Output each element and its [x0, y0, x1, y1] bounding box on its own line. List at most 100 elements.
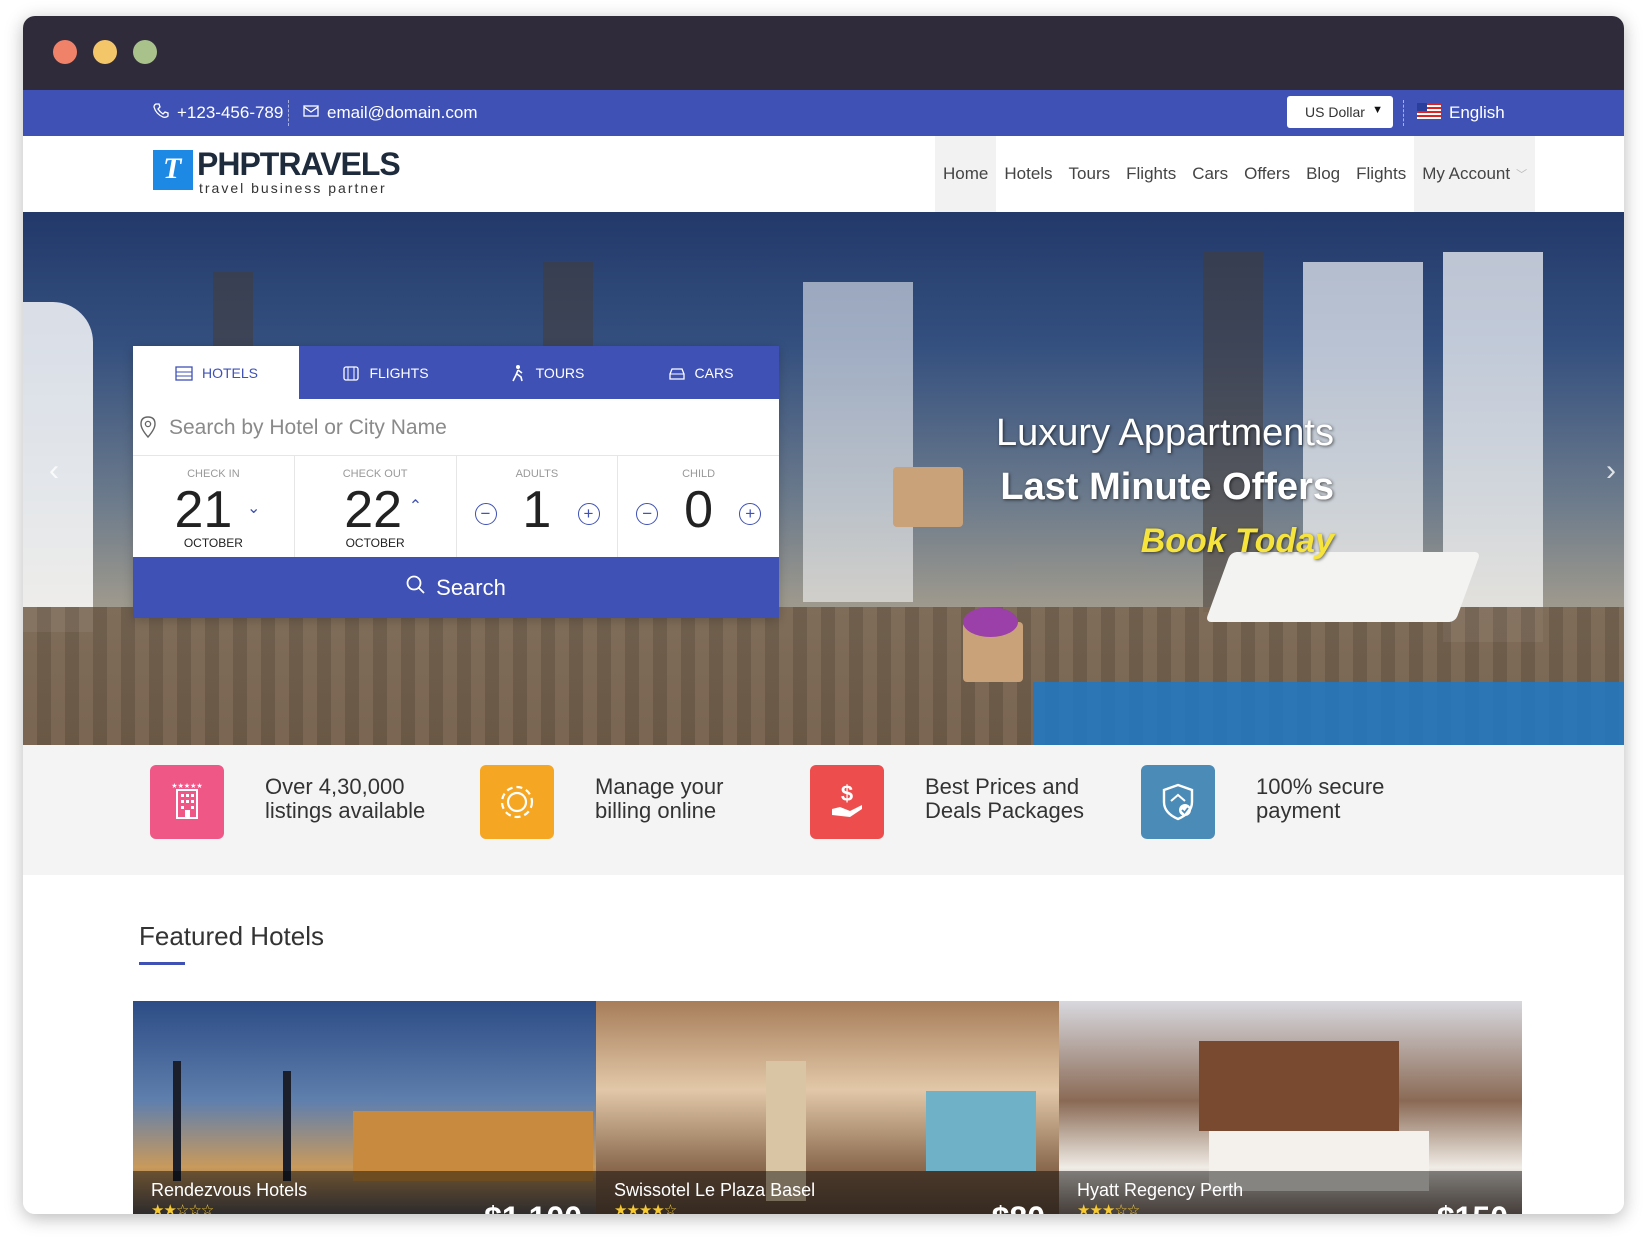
- hotel-card[interactable]: Swissotel Le Plaza Basel ★★★★☆ $80: [596, 1001, 1059, 1214]
- chevron-right-icon[interactable]: ›: [1606, 454, 1616, 488]
- hotel-card[interactable]: Hyatt Regency Perth ★★★☆☆ $150: [1059, 1001, 1522, 1214]
- child-label: CHILD: [682, 468, 716, 480]
- email-contact[interactable]: email@domain.com: [303, 90, 477, 136]
- hotel-price: $150: [1437, 1200, 1508, 1214]
- child-field: CHILD − 0 +: [618, 456, 779, 557]
- tab-cars[interactable]: CARS: [621, 346, 779, 399]
- language-value: English: [1449, 103, 1505, 122]
- maximize-window-button[interactable]: [133, 40, 157, 64]
- tab-label: HOTELS: [201, 364, 258, 381]
- hotel-price: $80: [992, 1200, 1045, 1214]
- chevron-left-icon[interactable]: ‹: [49, 454, 59, 488]
- hiker-icon: [511, 364, 523, 381]
- tab-tours[interactable]: TOURS: [471, 346, 621, 399]
- tab-flights[interactable]: FLIGHTS: [299, 346, 471, 399]
- search-panel: HOTELS FLIGHTS TOURS CARS Search by Hote…: [133, 346, 779, 618]
- search-icon: [406, 575, 426, 601]
- nav-item-blog[interactable]: Blog: [1298, 136, 1348, 212]
- feature-text: Manage your billing online: [595, 775, 795, 823]
- features-strip: ★★★★★ Over 4,30,000 listings available M…: [23, 745, 1624, 875]
- adults-field: ADULTS − 1 +: [457, 456, 619, 557]
- topbar-divider: [1403, 100, 1404, 126]
- window-titlebar: [23, 16, 1624, 90]
- us-flag-icon: [1417, 102, 1441, 124]
- checkout-month: OCTOBER: [345, 536, 405, 550]
- feature-text: Best Prices and Deals Packages: [925, 775, 1125, 823]
- headboard-wall: [1199, 1041, 1399, 1131]
- tab-label: CARS: [694, 364, 734, 381]
- nav-item-cars[interactable]: Cars: [1184, 136, 1236, 212]
- shield-check-icon: [1141, 765, 1215, 839]
- hero-headline-1: Luxury Appartments: [996, 412, 1334, 454]
- nav-item-home[interactable]: Home: [935, 136, 997, 212]
- svg-text:★★★★★: ★★★★★: [171, 782, 202, 790]
- checkout-day: 22: [344, 481, 403, 539]
- hero-slider: ‹ › Luxury Appartments Last Minute Offer…: [23, 212, 1624, 745]
- caret-down-icon: ▼: [1372, 104, 1383, 116]
- feature-line: Deals Packages: [925, 798, 1084, 823]
- chevron-down-icon[interactable]: ⌄: [247, 498, 260, 518]
- top-info-bar: +123-456-789 email@domain.com US Dollar …: [23, 90, 1624, 136]
- search-button-label: Search: [436, 574, 506, 600]
- tab-label: TOURS: [535, 364, 585, 381]
- search-button[interactable]: Search: [133, 557, 779, 618]
- feature-line: 100% secure: [1256, 774, 1385, 799]
- sun-lounger: [1205, 552, 1481, 622]
- featured-hotels-section: Featured Hotels Rendezvous Hotels ★★☆☆☆ …: [23, 875, 1624, 1214]
- star-rating: ★★★☆☆: [1077, 1202, 1140, 1214]
- plane-icon: [343, 365, 360, 381]
- currency-select[interactable]: US Dollar ▼: [1287, 96, 1393, 128]
- pool: [1033, 682, 1624, 745]
- phone-number: +123-456-789: [177, 103, 284, 122]
- envelope-icon: [303, 103, 319, 123]
- flower-pot: [893, 467, 963, 527]
- window-sea-view: [926, 1091, 1036, 1171]
- browser-window: +123-456-789 email@domain.com US Dollar …: [23, 16, 1624, 1214]
- phone-contact[interactable]: +123-456-789: [153, 90, 283, 136]
- hotel-card[interactable]: Rendezvous Hotels ★★☆☆☆ $1,100: [133, 1001, 596, 1214]
- feature-line: Over 4,30,000: [265, 774, 405, 799]
- main-navbar: T PHPTRAVELS travel business partner Hom…: [23, 136, 1624, 213]
- checkout-label: CHECK OUT: [342, 468, 408, 480]
- hero-headline-2: Last Minute Offers: [1000, 466, 1334, 508]
- nav-item-offers[interactable]: Offers: [1236, 136, 1298, 212]
- hotel-icon: [175, 365, 193, 381]
- nav-item-label: My Account: [1422, 164, 1511, 183]
- search-input[interactable]: [167, 411, 761, 445]
- feature-line: billing online: [595, 798, 717, 823]
- checkout-field[interactable]: CHECK OUT 22 ⌃ OCTOBER: [295, 456, 457, 557]
- adults-label: ADULTS: [515, 468, 559, 480]
- palm-tree: [173, 1061, 181, 1181]
- feature-text: Over 4,30,000 listings available: [265, 775, 465, 823]
- gear-icon: [480, 765, 554, 839]
- minimize-window-button[interactable]: [93, 40, 117, 64]
- feature-line: Best Prices and: [925, 774, 1080, 799]
- tab-hotels[interactable]: HOTELS: [133, 346, 299, 399]
- search-tabs: HOTELS FLIGHTS TOURS CARS: [133, 346, 779, 399]
- hotel-name: Swissotel Le Plaza Basel: [614, 1180, 816, 1200]
- chevron-up-icon[interactable]: ⌃: [409, 496, 422, 516]
- phone-icon: [153, 102, 169, 124]
- palm-tree: [283, 1071, 291, 1181]
- star-rating: ★★★★☆: [614, 1202, 677, 1214]
- star-rating: ★★☆☆☆: [151, 1202, 214, 1214]
- nav-item-my-account[interactable]: My Account ﹀: [1414, 136, 1536, 212]
- feature-line: Manage your: [595, 774, 724, 799]
- nav-item-hotels[interactable]: Hotels: [996, 136, 1060, 212]
- plus-adults-button[interactable]: +: [577, 503, 600, 525]
- brand-name: PHPTRAVELS: [197, 146, 401, 182]
- nav-item-flights-2[interactable]: Flights: [1348, 136, 1414, 212]
- car-icon: [668, 367, 685, 380]
- chevron-down-icon: ﹀: [1516, 169, 1528, 181]
- checkin-field[interactable]: CHECK IN 21 ⌄ OCTOBER: [133, 456, 295, 557]
- booking-fields: CHECK IN 21 ⌄ OCTOBER CHECK OUT 22 ⌃ OCT…: [133, 456, 779, 557]
- nav-item-tours[interactable]: Tours: [1061, 136, 1119, 212]
- nav-item-flights[interactable]: Flights: [1118, 136, 1184, 212]
- close-window-button[interactable]: [53, 40, 77, 64]
- curtain: [803, 282, 913, 602]
- checkin-month: OCTOBER: [183, 536, 243, 550]
- flowers: [963, 607, 1018, 637]
- feature-line: payment: [1256, 798, 1341, 823]
- hotel-name: Rendezvous Hotels: [151, 1180, 308, 1200]
- language-select[interactable]: English: [1417, 90, 1505, 136]
